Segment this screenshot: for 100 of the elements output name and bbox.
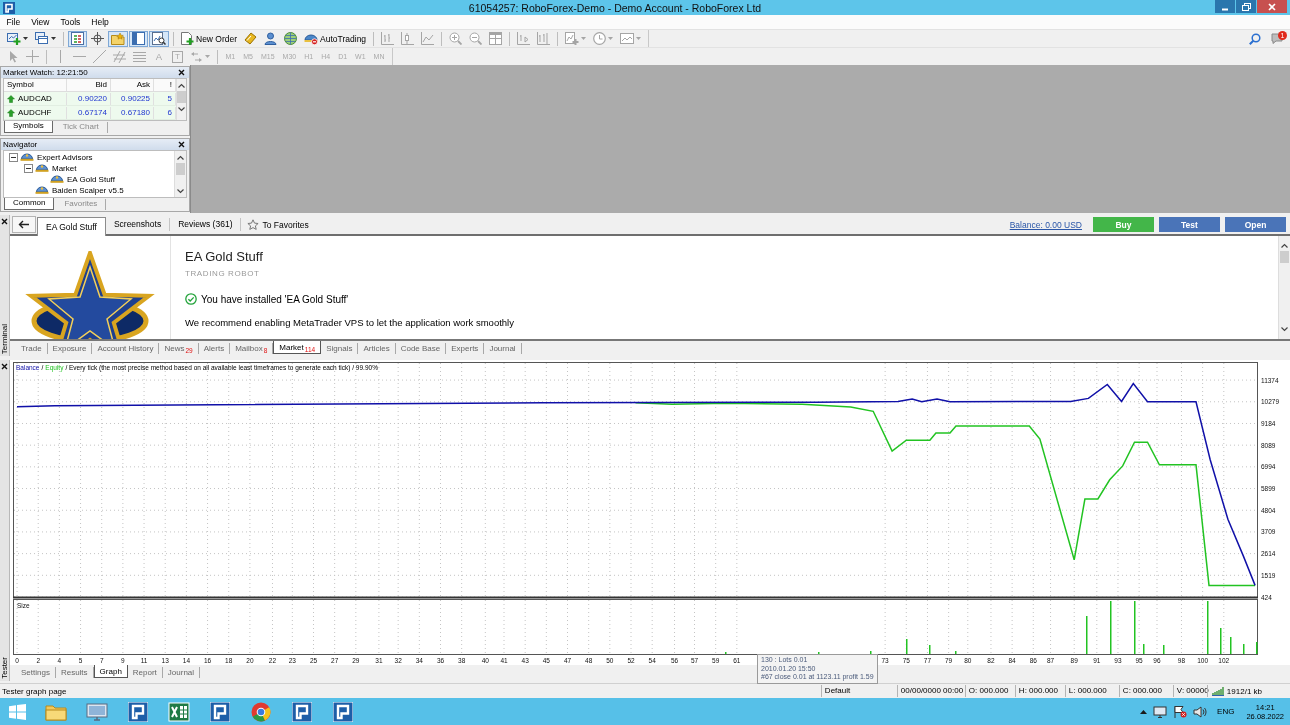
panel-tab[interactable]: Code Base [395,343,447,354]
panel-tab[interactable]: Tick Chart [54,122,108,133]
menu-item[interactable]: Tools [55,15,86,29]
crosshair-icon [91,32,104,45]
globe-icon [284,32,298,45]
close-icon[interactable] [178,69,185,76]
caret-up-icon[interactable] [1140,709,1148,714]
status-text: Tester graph page [1,686,68,696]
new-chart-button[interactable] [4,30,31,47]
panel-tab[interactable]: Results [55,667,94,678]
navigator-button[interactable] [108,30,128,47]
panel-tab[interactable]: Favorites [56,199,107,210]
minimize-button[interactable] [1215,0,1235,13]
favorites-button[interactable]: To Favorites [241,217,315,233]
panel-tab[interactable]: Account History [92,343,160,354]
panel-tab[interactable]: Journal [162,667,201,678]
panel-tab[interactable]: Exposure [47,343,93,354]
scrollbar-thumb[interactable] [176,163,185,175]
close-icon[interactable] [1,218,8,225]
close-icon[interactable] [178,141,185,148]
app-logo-icon [332,701,353,722]
speaker-icon[interactable] [1193,705,1208,718]
product-title: EA Gold Stuff [185,249,263,264]
table-row[interactable]: AUDCAD 0.90220 0.90225 5 [4,92,176,106]
autotrading-button[interactable]: AutoTrading [301,30,370,47]
panel-tab[interactable]: Journal [484,343,522,354]
tree-item[interactable]: EA Gold Stuff [67,174,115,185]
data-window-button[interactable] [88,30,107,47]
chevron-down-icon[interactable] [177,188,184,194]
status-field: H: 000.000 [1014,685,1065,697]
panel-tab[interactable]: Signals [321,343,359,354]
new-order-button[interactable]: New Order [178,30,241,47]
cap-icon [20,152,34,163]
menu-item[interactable]: Help [85,15,115,29]
minus-box-icon[interactable] [9,153,18,162]
panel-tab[interactable]: Market$_{114}$ [273,341,322,354]
window-title: 61054257: RoboForex-Demo - Demo Account - RoboForex Ltd [467,1,763,14]
column-header[interactable]: Symbol [4,79,67,91]
menu-item[interactable]: File [1,15,26,29]
price-list-icon [71,32,84,45]
chevron-up-icon[interactable] [178,82,185,88]
chevron-down-icon[interactable] [1281,326,1288,332]
tree-item[interactable]: Baiden Scalper v5.5 [52,185,124,196]
indicator-plus-icon [565,32,580,45]
scrollbar[interactable] [1278,236,1290,339]
scrollbar-thumb[interactable] [177,91,186,103]
panel-tab[interactable]: Trade [16,343,48,354]
scrollbar-thumb[interactable] [1280,251,1289,263]
profiles-button[interactable] [32,30,59,47]
caret-icon [23,37,28,40]
restore-button[interactable] [1236,0,1256,13]
tab[interactable]: Screenshots [105,218,171,231]
column-header[interactable]: Bid [67,79,111,91]
chart-shift-icon [537,32,551,45]
market-watch-button[interactable] [68,30,87,47]
panel-tab[interactable]: Settings [16,667,56,678]
zoom-in-icon [449,32,463,45]
hatched-lines-icon [113,50,126,63]
balance-link[interactable]: Balance: 0.00 USD [1009,219,1082,230]
caret-icon [636,37,642,40]
flag-icon[interactable] [1173,705,1188,718]
tree-item[interactable]: Expert Advisors [37,152,93,163]
back-button[interactable] [12,216,36,233]
product-category: TRADING ROBOT [185,269,260,278]
chevron-up-icon[interactable] [1281,242,1288,248]
scrollbar[interactable] [174,151,186,197]
scrollbar[interactable] [176,79,186,120]
language-indicator[interactable]: ENG [1217,707,1235,716]
chevron-up-icon[interactable] [177,154,184,160]
search-icon [1249,32,1261,45]
close-icon[interactable] [1,363,8,370]
table-row[interactable]: AUDCHF 0.67174 0.67180 6 [4,106,176,120]
action-button[interactable]: Test [1159,217,1220,232]
cap-icon [35,185,49,196]
panel-tab[interactable]: Alerts [198,343,231,354]
tab[interactable]: EA Gold Stuff [37,217,106,236]
caret-icon [581,37,587,40]
panel-tab[interactable]: Symbols [4,121,53,133]
panel-tab[interactable]: Report [127,667,163,678]
panel-tab[interactable]: News$_{29}$ [159,343,199,354]
panel-tab[interactable]: Graph [93,665,128,678]
minus-box-icon[interactable] [24,164,33,173]
menu-item[interactable]: View [25,15,55,29]
tree-item[interactable]: Market [52,163,77,174]
panel-tab[interactable]: Articles [358,343,396,354]
action-button[interactable]: Open [1225,217,1286,232]
close-button[interactable] [1257,0,1287,13]
chevron-down-icon[interactable] [178,106,185,112]
caret-icon [51,37,56,40]
panel-tab[interactable]: Experts [446,343,485,354]
restore-icon [1241,2,1251,11]
tab[interactable]: Reviews (361) [170,218,242,231]
monitor-icon[interactable] [1153,705,1168,718]
caret-icon [608,37,614,40]
vertical-line-icon [57,50,63,63]
tester-button[interactable] [149,30,169,47]
column-header[interactable]: Ask [111,79,154,91]
table-cell: 0.67174 [67,106,111,119]
terminal-button[interactable] [129,30,148,47]
panel-tab[interactable]: Common [4,198,55,210]
